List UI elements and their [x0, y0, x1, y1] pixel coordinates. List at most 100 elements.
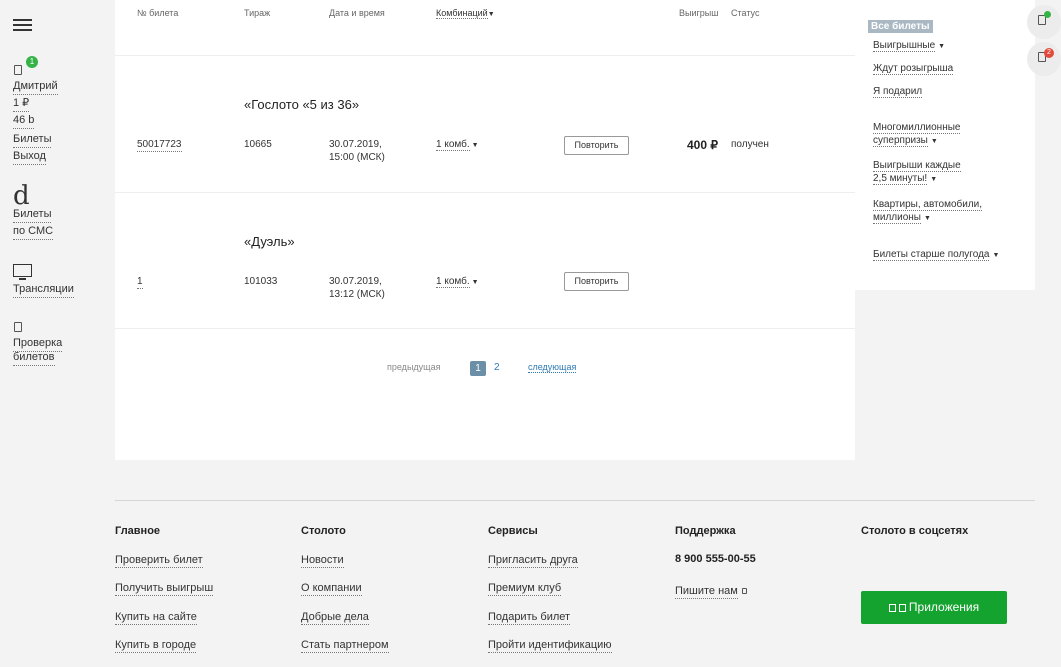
apple-icon — [888, 603, 896, 612]
filter-awaiting-label[interactable]: Ждут розыгрыша — [873, 63, 954, 75]
game-title: «Дуэль» — [244, 234, 295, 249]
ticket-number-link[interactable]: 1 — [137, 275, 143, 289]
mobile-app-button[interactable] — [1027, 5, 1061, 39]
ticket-status: получен — [731, 139, 769, 150]
filter-gifted[interactable]: Я подарил — [873, 85, 923, 98]
footer-link[interactable]: Стать партнером — [301, 638, 389, 653]
draw-time: 15:00 (МСК) — [329, 152, 385, 163]
chevron-down-icon[interactable]: ▼ — [931, 138, 938, 145]
draw-number: 101033 — [244, 276, 278, 287]
filter-flats-line2[interactable]: миллионы — [873, 212, 921, 224]
filter-winning[interactable]: Выигрышные ▼ — [873, 39, 945, 53]
filter-multimillion-line1[interactable]: Многомиллионные — [873, 122, 961, 134]
combinations-dropdown[interactable]: 1 комб. ▼ — [436, 138, 479, 152]
pager-next[interactable]: следующая — [528, 362, 577, 373]
draw-date: 30.07.2019, — [329, 276, 382, 287]
filter-all-tickets[interactable]: Все билеты — [868, 20, 933, 33]
footer-link[interactable]: Купить в городе — [115, 638, 197, 653]
footer-link[interactable]: Получить выигрыш — [115, 581, 214, 596]
footer-link[interactable]: Проверить билет — [115, 553, 203, 568]
pager-current-page: 1 — [470, 361, 486, 376]
repeat-button[interactable]: Повторить — [564, 272, 629, 291]
filter-every-25min[interactable]: Выигрыши каждые 2,5 минуты! ▼ — [873, 159, 961, 186]
apps-button-label: Приложения — [908, 600, 980, 614]
check-ticket-icon[interactable] — [14, 322, 22, 332]
game-title: «Гослото «5 из 36» — [244, 97, 360, 112]
filter-awaiting[interactable]: Ждут розыгрыша — [873, 62, 954, 75]
notification-badge: 1 — [26, 56, 38, 68]
filter-gifted-label[interactable]: Я подарил — [873, 86, 923, 98]
ticket-number-link[interactable]: 50017723 — [137, 138, 182, 152]
footer-link[interactable]: Подарить билет — [488, 610, 571, 625]
broadcasts-link[interactable]: Трансляции — [13, 282, 74, 298]
user-icon[interactable] — [14, 65, 22, 75]
sms-tickets-link-line1[interactable]: Билеты — [13, 207, 52, 223]
footer-divider — [115, 500, 1035, 501]
repeat-button[interactable]: Повторить — [564, 136, 629, 155]
write-us-link[interactable]: Пишите нам — [675, 584, 738, 599]
notifications-button[interactable] — [1027, 42, 1061, 76]
filter-every-line1[interactable]: Выигрыши каждые — [873, 160, 961, 172]
footer-link[interactable]: Премиум клуб — [488, 581, 562, 596]
chevron-down-icon[interactable]: ▼ — [472, 279, 479, 286]
tickets-link[interactable]: Билеты — [13, 132, 52, 148]
prize-amount: 400 ₽ — [687, 138, 718, 152]
chevron-down-icon[interactable]: ▼ — [924, 215, 931, 222]
draw-time: 13:12 (МСК) — [329, 289, 385, 300]
filter-winning-label[interactable]: Выигрышные — [873, 40, 936, 52]
filter-older[interactable]: Билеты старше полугода ▼ — [873, 248, 999, 262]
combinations-value[interactable]: 1 комб. — [436, 276, 470, 288]
footer-link[interactable]: Добрые дела — [301, 610, 369, 625]
filter-older-label[interactable]: Билеты старше полугода — [873, 249, 990, 261]
sms-tickets-link-line2[interactable]: по СМС — [13, 224, 54, 240]
header-combinations-label[interactable]: Комбинаций — [436, 8, 488, 19]
balance-link[interactable]: 1 ₽ — [13, 96, 30, 112]
header-datetime: Дата и время — [329, 8, 385, 18]
support-phone: 8 900 555-00-55 — [675, 553, 756, 565]
filter-flats-line1[interactable]: Квартиры, автомобили, — [873, 199, 983, 211]
footer-link[interactable]: Пригласить друга — [488, 553, 578, 568]
sort-caret-icon[interactable]: ▼ — [488, 11, 495, 18]
divider — [115, 328, 855, 329]
footer-col-support-title: Поддержка — [675, 525, 736, 537]
header-status: Статус — [731, 8, 760, 18]
logout-link[interactable]: Выход — [13, 149, 46, 165]
check-tickets-link-line2[interactable]: билетов — [13, 350, 55, 366]
footer-link[interactable]: Новости — [301, 553, 344, 568]
apps-button[interactable]: Приложения — [861, 591, 1007, 624]
draw-date: 30.07.2019, — [329, 139, 382, 150]
chevron-down-icon[interactable]: ▼ — [992, 252, 999, 259]
chat-icon[interactable] — [742, 588, 747, 594]
chevron-down-icon[interactable]: ▼ — [930, 176, 937, 183]
online-status-dot — [1044, 11, 1051, 18]
user-name-link[interactable]: Дмитрий — [13, 79, 58, 95]
filter-panel: Все билеты Выигрышные ▼ Ждут розыгрыша Я … — [855, 0, 1035, 290]
tv-icon[interactable] — [13, 264, 32, 280]
filter-every-line2[interactable]: 2,5 минуты! — [873, 173, 928, 185]
chevron-down-icon[interactable]: ▼ — [472, 142, 479, 149]
combinations-dropdown[interactable]: 1 комб. ▼ — [436, 275, 479, 289]
chevron-down-icon[interactable]: ▼ — [938, 43, 945, 50]
header-winnings: Выигрыш — [679, 8, 719, 18]
tickets-panel: № билета Тираж Дата и время Комбинаций▼ … — [115, 0, 855, 460]
footer-col-stoloto-title: Столото — [301, 525, 346, 537]
bonus-link[interactable]: 46 b — [13, 113, 35, 129]
footer-col-services-title: Сервисы — [488, 525, 538, 537]
android-icon — [898, 603, 906, 612]
divider — [115, 55, 855, 56]
filter-multimillion[interactable]: Многомиллионные суперпризы ▼ — [873, 121, 961, 148]
footer-link[interactable]: Купить на сайте — [115, 610, 197, 625]
filter-multimillion-line2[interactable]: суперпризы — [873, 135, 928, 147]
combinations-value[interactable]: 1 комб. — [436, 139, 470, 151]
divider — [115, 192, 855, 193]
filter-flats-cars[interactable]: Квартиры, автомобили, миллионы ▼ — [873, 198, 983, 225]
footer-link[interactable]: О компании — [301, 581, 362, 596]
menu-icon[interactable] — [13, 19, 32, 32]
notification-count-badge: 2 — [1044, 48, 1054, 58]
left-sidebar: 1 Дмитрий 1 ₽ 46 b Билеты Выход d Билеты… — [0, 0, 115, 667]
draw-number: 10665 — [244, 139, 272, 150]
pager-page-2[interactable]: 2 — [494, 362, 500, 373]
footer-link[interactable]: Пройти идентификацию — [488, 638, 612, 653]
footer-col-social-title: Столото в соцсетях — [861, 525, 969, 537]
header-combinations[interactable]: Комбинаций▼ — [436, 8, 495, 19]
